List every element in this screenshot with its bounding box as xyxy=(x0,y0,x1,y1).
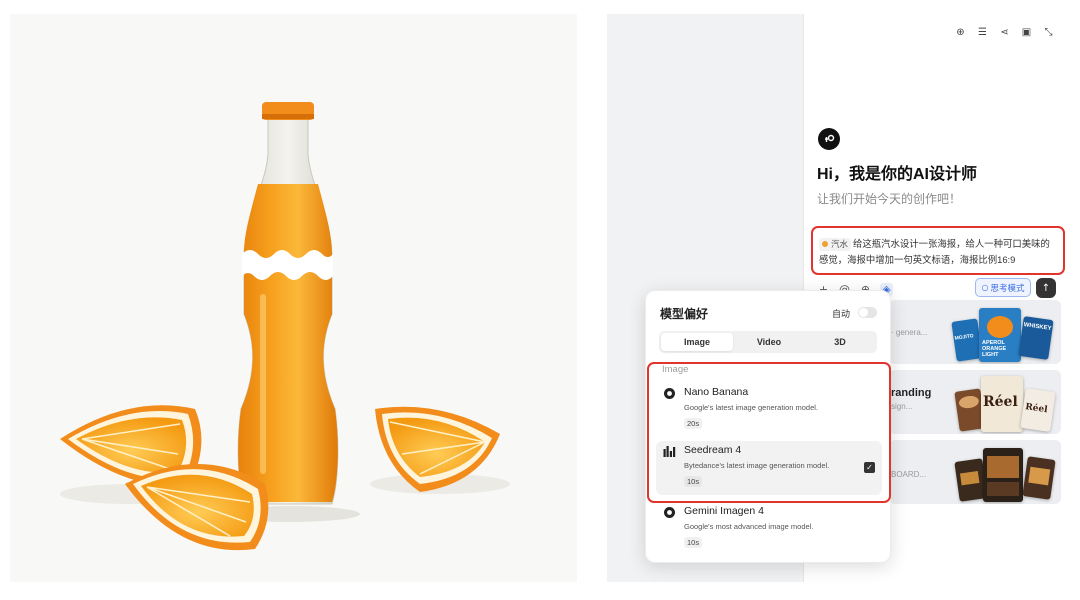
logo-mark-icon xyxy=(825,134,835,142)
model-preference-popup: 模型偏好 自动 Image Video 3D Image Nano Banana… xyxy=(645,290,891,563)
model-option-gemini-imagen-4[interactable]: Gemini Imagen 4 Google's most advanced i… xyxy=(656,502,882,554)
card-text: BOARD... xyxy=(891,470,927,479)
card-thumbnail: WHISKEY xyxy=(1018,316,1054,360)
prompt-text: 给这瓶汽水设计一张海报，给人一种可口美味的感觉，海报中增加一句英文标语，海报比例… xyxy=(819,238,1050,265)
tab-video[interactable]: Video xyxy=(733,333,805,351)
tab-image[interactable]: Image xyxy=(661,333,733,351)
thumb-label: Réel xyxy=(1024,402,1049,416)
app-logo xyxy=(818,128,840,150)
attachment-tag[interactable]: 汽水 xyxy=(819,238,852,251)
arrow-up-icon: ↑ xyxy=(1041,282,1051,294)
card-thumbnail xyxy=(983,448,1023,502)
send-button[interactable]: ↑ xyxy=(1036,278,1056,298)
think-mode-button[interactable]: ○ 思考模式 xyxy=(975,278,1031,297)
card-thumbnail: APEROL ORANGE LIGHT xyxy=(979,308,1021,362)
highlight-outline xyxy=(647,362,891,503)
popup-title: 模型偏好 xyxy=(660,307,709,321)
template-card[interactable]: randing sign... Réel Réel xyxy=(889,370,1061,434)
greeting-subtitle: 让我们开始今天的创作吧！ xyxy=(817,192,962,206)
card-title: randing xyxy=(891,387,932,399)
soda-bottle-with-oranges-illustration xyxy=(60,102,510,551)
card-subtitle: sign... xyxy=(891,402,913,411)
collapse-icon[interactable]: ⤡ xyxy=(1042,26,1055,39)
card-thumbnail xyxy=(1022,456,1056,500)
thumb-label: Réel xyxy=(983,394,1018,410)
prompt-input[interactable]: 汽水 给这瓶汽水设计一张海报，给人一种可口美味的感觉，海报中增加一句英文标语，海报… xyxy=(811,226,1065,275)
share-icon[interactable]: ⋖ xyxy=(998,26,1011,39)
product-photo xyxy=(10,14,577,582)
card-thumbnail: MOJITO xyxy=(951,318,983,362)
auto-label: 自动 xyxy=(832,309,851,319)
model-name: Gemini Imagen 4 xyxy=(684,505,764,517)
model-description: Google's most advanced image model. xyxy=(684,522,814,531)
thumb-label: APEROL ORANGE LIGHT xyxy=(982,340,1007,358)
greeting-title: Hi，我是你的AI设计师 xyxy=(817,166,978,183)
model-time-badge: 10s xyxy=(684,537,703,548)
filter-icon[interactable]: ☰ xyxy=(976,26,989,39)
thumb-label: MOJITO xyxy=(954,333,975,342)
panel-toolbar: ⊕ ☰ ⋖ ▣ ⤡ xyxy=(954,26,1055,39)
attachment-tag-label: 汽水 xyxy=(831,239,849,249)
google-model-icon xyxy=(664,507,675,518)
template-card[interactable]: BOARD... xyxy=(889,440,1061,504)
template-card[interactable]: · genera... MOJITO APEROL ORANGE LIGHT W… xyxy=(889,300,1061,364)
bottle-thumbnail-icon xyxy=(822,241,828,247)
gallery-icon[interactable]: ▣ xyxy=(1020,26,1033,39)
tab-3d[interactable]: 3D xyxy=(805,333,875,351)
thumb-label: WHISKEY xyxy=(1023,322,1052,333)
plus-circle-icon[interactable]: ⊕ xyxy=(954,26,967,39)
card-thumbnail: Réel xyxy=(1020,388,1056,432)
think-mode-label: 思考模式 xyxy=(990,282,1025,293)
card-text: · genera... xyxy=(891,328,928,337)
card-thumbnail: Réel xyxy=(981,376,1023,432)
lightbulb-icon: ○ xyxy=(981,283,989,292)
media-type-tabs: Image Video 3D xyxy=(659,331,877,353)
auto-toggle[interactable] xyxy=(858,307,877,318)
